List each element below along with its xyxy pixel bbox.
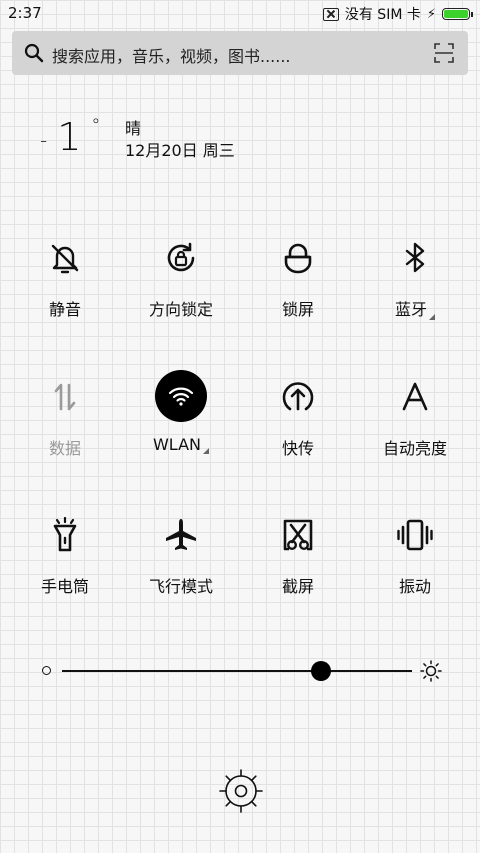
share-upload-icon — [282, 382, 314, 411]
toggle-bluetooth[interactable]: 蓝牙 — [360, 240, 470, 340]
toggle-label: 蓝牙 — [360, 296, 470, 320]
toggle-lock-screen[interactable]: 锁屏 — [243, 240, 353, 340]
search-bar[interactable]: 搜索应用，音乐，视频，图书...... — [12, 31, 468, 75]
toggle-wlan[interactable]: WLAN — [126, 370, 236, 483]
screenshot-icon — [283, 519, 313, 551]
toggle-label: 飞行模式 — [148, 577, 213, 596]
toggle-label: 锁屏 — [281, 300, 314, 319]
active-toggle-background — [155, 370, 207, 422]
toggle-label: 方向锁定 — [148, 300, 213, 319]
slider-track[interactable] — [62, 670, 412, 672]
battery-icon — [442, 8, 473, 20]
toggle-vibrate[interactable]: 振动 — [360, 517, 470, 617]
brightness-high-icon — [420, 660, 442, 682]
expand-caret-icon — [203, 448, 209, 454]
search-placeholder: 搜索应用，音乐，视频，图书...... — [52, 47, 291, 66]
brightness-low-icon — [42, 666, 51, 675]
search-icon — [24, 43, 44, 63]
status-time: 2:37 — [8, 4, 42, 22]
toggle-label: 截屏 — [281, 577, 314, 596]
slider-thumb[interactable] — [311, 661, 331, 681]
expand-caret-icon — [429, 314, 435, 320]
charging-icon: ⚡ — [426, 6, 436, 22]
auto-brightness-icon — [402, 382, 428, 411]
wifi-icon — [168, 387, 194, 406]
brightness-slider[interactable] — [38, 660, 442, 684]
toggle-label: 快传 — [281, 439, 314, 458]
no-sim-icon — [322, 7, 339, 21]
toggle-label: 自动亮度 — [382, 439, 447, 458]
weather-date: 12月20日 周三 — [125, 141, 235, 160]
toggle-quick-share[interactable]: 快传 — [243, 379, 353, 479]
toggle-label: WLAN — [126, 435, 236, 454]
toggle-screenshot[interactable]: 截屏 — [243, 517, 353, 617]
toggle-label: 数据 — [48, 439, 81, 458]
settings-button[interactable] — [218, 768, 264, 814]
flashlight-icon — [53, 517, 77, 552]
toggle-rotation-lock[interactable]: 方向锁定 — [126, 240, 236, 340]
toggle-mobile-data[interactable]: 数据 — [10, 379, 120, 479]
scan-icon[interactable] — [434, 43, 454, 63]
temperature: -1 ° — [40, 115, 103, 159]
rotation-lock-icon — [167, 242, 195, 272]
toggle-label: 静音 — [48, 300, 81, 319]
bluetooth-icon — [405, 242, 425, 273]
mobile-data-icon — [54, 383, 76, 411]
toggle-auto-brightness[interactable]: 自动亮度 — [360, 379, 470, 479]
toggle-mute[interactable]: 静音 — [10, 240, 120, 340]
toggle-airplane-mode[interactable]: 飞行模式 — [126, 517, 236, 617]
toggle-label: 振动 — [398, 577, 431, 596]
weather-condition: 晴 — [125, 119, 142, 138]
toggle-flashlight[interactable]: 手电筒 — [10, 517, 120, 617]
lock-icon — [284, 243, 312, 274]
status-indicators: 没有 SIM 卡 ⚡ — [322, 4, 473, 24]
toggle-label: 手电筒 — [40, 577, 89, 596]
status-bar: 2:37 没有 SIM 卡 ⚡ — [0, 0, 480, 28]
carrier-text: 没有 SIM 卡 — [344, 7, 421, 23]
bell-off-icon — [51, 244, 79, 274]
airplane-icon — [166, 519, 196, 550]
vibrate-icon — [397, 519, 433, 551]
